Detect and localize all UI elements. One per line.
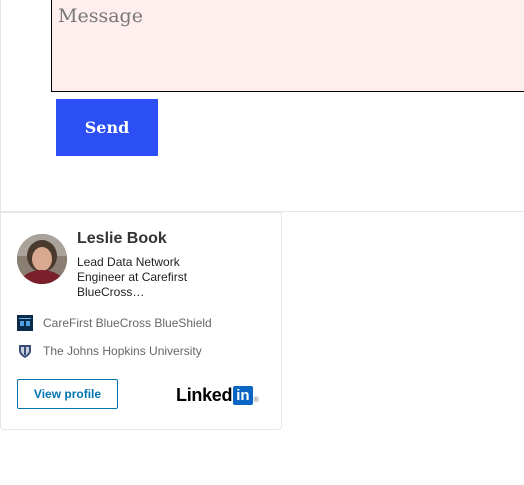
message-textarea[interactable]: [51, 0, 524, 92]
profile-headline: Lead Data Network Engineer at Carefirst …: [77, 255, 188, 299]
linkedin-wordmark: Linked: [176, 384, 233, 405]
jhu-shield-icon: [17, 343, 33, 359]
avatar-photo: [17, 234, 67, 284]
linkedin-in-icon: in: [233, 385, 253, 405]
avatar[interactable]: [17, 234, 67, 284]
org-row-carefirst[interactable]: CareFirst BlueCross BlueShield: [17, 314, 212, 332]
view-profile-button[interactable]: View profile: [17, 379, 118, 409]
linkedin-profile-badge: Leslie Book Lead Data Network Engineer a…: [0, 212, 282, 430]
contact-form: Send: [0, 0, 524, 212]
profile-name[interactable]: Leslie Book: [77, 230, 167, 248]
org-row-jhu[interactable]: The Johns Hopkins University: [17, 342, 202, 360]
org-name[interactable]: CareFirst BlueCross BlueShield: [43, 316, 212, 330]
registered-mark: ®: [253, 397, 259, 404]
linkedin-logo[interactable]: Linked in ®: [176, 384, 259, 406]
org-name[interactable]: The Johns Hopkins University: [43, 344, 202, 358]
carefirst-logo-icon: [17, 315, 33, 331]
send-button[interactable]: Send: [56, 99, 158, 156]
page: Send Leslie Book Lead Data Network Engin…: [0, 0, 524, 485]
